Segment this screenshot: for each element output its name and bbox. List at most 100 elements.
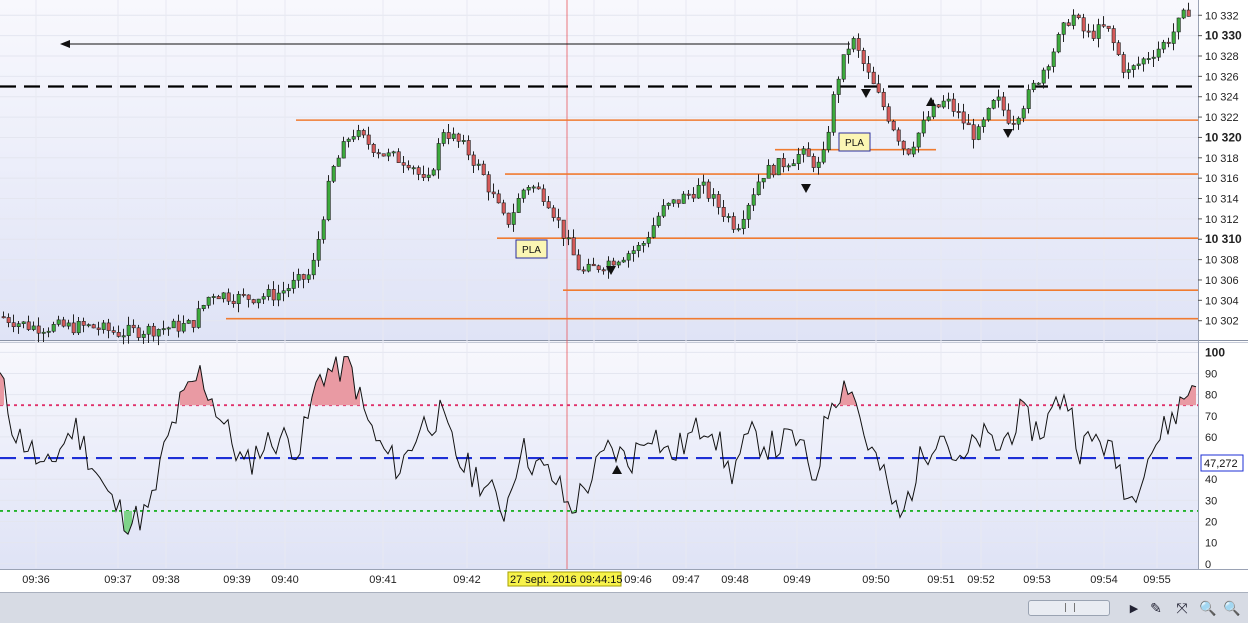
candle-body [31,325,36,330]
candle-body [271,289,276,301]
candle-body [856,38,861,51]
candle-body [61,319,66,327]
candle-body [601,269,606,272]
candle-body [1106,25,1111,29]
zoom-in-icon[interactable]: 🔍 [1222,598,1242,618]
scrollbar-grip[interactable] [1065,603,1075,612]
candle-body [836,78,841,95]
candle-body [926,116,931,121]
candle-body [1136,63,1141,66]
candle-body [1016,117,1021,125]
candle-body [611,260,616,266]
price-axis-label: 10 314 [1205,194,1239,206]
candle-body [51,324,56,332]
candle-body [791,163,796,167]
candle-body [286,288,291,292]
candle-body [986,107,991,121]
candle-body [1161,41,1166,50]
candle-body [396,151,401,163]
candle-body [786,165,791,168]
candle-body [886,106,891,122]
candle-body [236,293,241,304]
candle-body [1071,14,1076,26]
candle-body [516,198,521,213]
candle-body [901,140,906,150]
candle-body [991,99,996,109]
price-axis-label: 10 318 [1205,153,1239,165]
candle-body [246,294,251,300]
horizontal-scrollbar[interactable] [1028,600,1110,616]
candle-body [631,250,636,254]
chart-container[interactable]: 09:3609:3709:3809:3909:4009:4109:4209:43… [0,0,1248,622]
candle-body [481,163,486,176]
candle-body [91,324,96,329]
candle-body [1091,30,1096,39]
zoom-fit-icon[interactable]: ⤧ [1172,598,1192,618]
candle-body [1156,48,1161,58]
play-icon[interactable]: ▶ [1124,598,1144,618]
candle-body [1131,65,1136,70]
candle-body [841,54,846,80]
time-axis-label: 09:38 [152,574,180,586]
oscillator-axis-label: 20 [1205,516,1217,528]
candle-body [1051,51,1056,67]
candle-body [571,237,576,256]
candle-body [806,148,811,157]
candle-body [721,207,726,217]
candle-body [1176,17,1181,33]
candle-body [526,187,531,191]
candle-body [711,194,716,199]
candle-body [476,163,481,166]
oscillator-last-value: 47,272 [1204,458,1238,470]
candle-body [996,96,1001,101]
candle-body [921,119,926,134]
candle-body [126,324,131,337]
candle-body [951,98,956,112]
candle-body [411,167,416,170]
candle-body [671,199,676,204]
candle-body [136,327,141,338]
cursor-date-label: 27 sept. 2016 09:44:15 [510,574,623,586]
candle-body [756,181,761,196]
candle-body [201,305,206,309]
candle-body [876,83,881,93]
candle-body [386,152,391,157]
candle-body [56,319,61,325]
candle-body [146,325,151,335]
candle-body [276,292,281,301]
chart-canvas[interactable]: 09:3609:3709:3809:3909:4009:4109:4209:43… [0,0,1248,592]
chart-tool-icon[interactable]: ✎ [1146,598,1166,618]
candle-body [861,50,866,64]
candle-body [846,48,851,55]
candle-body [451,133,456,139]
candle-body [241,293,246,296]
candle-body [21,321,26,324]
candle-body [361,130,366,136]
candle-body [536,186,541,190]
candle-body [621,259,626,263]
candle-body [491,191,496,195]
candle-body [1061,22,1066,35]
candle-body [346,138,351,142]
candle-body [831,94,836,133]
candle-body [371,144,376,153]
candle-body [666,202,671,206]
candle-body [596,265,601,271]
time-axis-label: 09:54 [1090,574,1118,586]
candle-body [141,333,146,338]
candle-body [121,335,126,338]
oscillator-axis-label: 10 [1205,538,1217,550]
candle-body [626,253,631,261]
candle-body [1036,82,1041,85]
candle-body [296,274,301,281]
candle-body [1146,58,1151,60]
price-axis-label: 10 328 [1205,51,1239,63]
zoom-out-icon[interactable]: 🔍 [1198,598,1218,618]
candle-body [521,189,526,199]
candle-body [1141,58,1146,65]
candle-body [26,321,31,330]
candle-body [321,219,326,240]
oscillator-axis-label: 30 [1205,495,1217,507]
candle-body [176,320,181,332]
candle-body [661,205,666,217]
